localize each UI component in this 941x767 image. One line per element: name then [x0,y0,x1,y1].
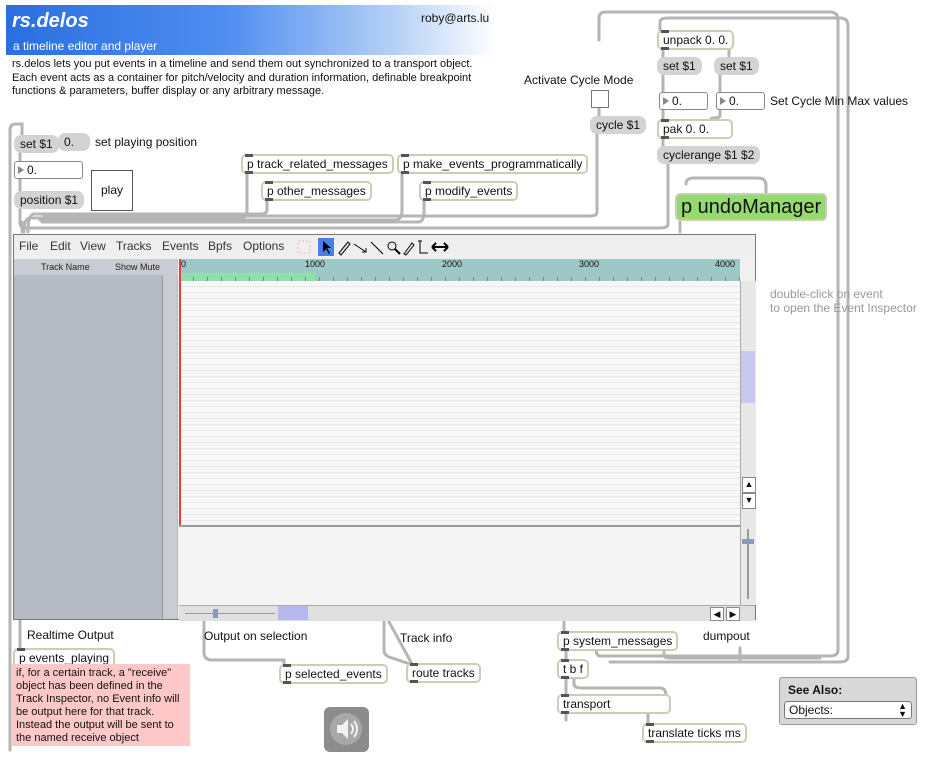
see-also-dropdown[interactable]: Objects: ▲ ▼ [784,701,912,719]
dropdown-arrows-icon: ▲ ▼ [898,701,907,719]
see-also-label: See Also: [788,683,843,697]
track-info-comment: Track info [400,631,453,645]
trigger-object[interactable]: t b f [557,659,590,679]
set-min-message[interactable]: set $1 [657,57,702,75]
playhead-line [179,259,181,525]
timeline-horizontal-scrollbar[interactable]: ◀ ▶ [179,605,755,621]
menu-file[interactable]: File [19,239,38,253]
cycle-max-value: 0. [729,94,740,108]
track-list-scrollbar[interactable] [162,275,177,619]
unpack-object[interactable]: unpack 0. 0. [657,30,735,50]
timeline-grid[interactable] [179,281,740,524]
frame-icon[interactable] [297,240,311,254]
set-max-message[interactable]: set $1 [714,57,759,75]
scroll-right-icon[interactable]: ▶ [726,607,740,621]
track-related-messages-object[interactable]: p track_related_messages [241,154,394,174]
selected-events-object[interactable]: p selected_events [279,664,388,684]
receive-note: if, for a certain track, a "receive" obj… [12,664,190,746]
editor-menubar: File Edit View Tracks Events Bpfs Option… [14,235,755,257]
system-messages-object[interactable]: p system_messages [557,631,679,651]
menu-tracks[interactable]: Tracks [116,239,152,253]
translate-ticks-object[interactable]: translate ticks ms [642,723,747,743]
timeline-vertical-scrollbar[interactable]: ▲ ▼ [740,281,756,525]
menu-events[interactable]: Events [162,239,199,253]
number-arrow-icon [720,97,726,105]
bpf-pane[interactable] [179,525,740,607]
pencil-icon[interactable] [338,241,351,256]
pak-object[interactable]: pak 0. 0. [657,119,733,139]
patch-title: rs.delos [12,10,89,32]
set-position-message[interactable]: set $1 [14,135,59,153]
realtime-output-comment: Realtime Output [27,628,114,642]
modify-events-object[interactable]: p modify_events [419,181,519,201]
ruler-tick-3000: 3000 [579,259,600,269]
double-click-hint: double-click on event to open the Event … [770,287,917,315]
timeline-editor[interactable]: File Edit View Tracks Events Bpfs Option… [13,234,756,621]
play-button[interactable]: play [91,170,133,211]
description-text: rs.delos lets you put events in a timeli… [12,58,473,97]
speaker-icon [330,713,362,745]
other-messages-object[interactable]: p other_messages [261,181,372,201]
cycle-min-value: 0. [672,94,683,108]
audio-on-off-button[interactable] [324,707,369,752]
undo-manager-object[interactable]: p undoManager [675,193,827,221]
time-ruler[interactable]: 0 1000 2000 3000 4000 [179,259,740,281]
position-number-box[interactable]: 0. [14,161,83,179]
track-name-header: Track Name [41,262,90,272]
line-icon[interactable] [370,241,384,255]
cycle-message[interactable]: cycle $1 [590,116,647,134]
scroll-left-icon[interactable]: ◀ [710,607,724,621]
toolbar-tools [297,238,449,256]
cyclerange-message[interactable]: cyclerange $1 $2 [657,146,761,164]
ruler-tick-2000: 2000 [442,259,463,269]
patch-subtitle: a timeline editor and player [13,39,158,53]
ruler-tick-1000: 1000 [305,259,326,269]
number-arrow-icon [663,97,669,105]
position-message[interactable]: position $1 [14,191,85,209]
position-value: 0. [27,163,38,177]
menu-options[interactable]: Options [243,239,284,253]
menu-view[interactable]: View [80,239,106,253]
author-email: roby@arts.lu [421,11,490,25]
number-arrow-icon [18,166,24,174]
see-also-selected: Objects: [789,703,834,717]
see-also-panel: See Also: Objects: ▲ ▼ [779,677,917,725]
move-icon[interactable] [353,243,367,253]
zoom-icon[interactable] [387,241,397,251]
route-tracks-object[interactable]: route tracks [406,663,481,683]
track-list-panel[interactable] [14,259,178,619]
show-mute-header: Show Mute [115,262,161,272]
scroll-up-icon[interactable]: ▲ [742,477,756,493]
output-on-selection-comment: Output on selection [204,629,308,643]
menu-bpfs[interactable]: Bpfs [208,239,232,253]
set-playing-position-comment: set playing position [95,135,198,149]
activate-cycle-mode-comment: Activate Cycle Mode [524,73,634,87]
menu-edit[interactable]: Edit [50,239,71,253]
time-cursor-icon[interactable] [418,240,428,254]
resize-icon[interactable] [431,242,449,252]
cycle-mode-toggle[interactable] [591,90,609,108]
horizontal-scroll-thumb[interactable] [278,606,308,620]
cycle-min-number-box[interactable]: 0. [659,92,708,110]
track-list-header: Track Name Show Mute [14,259,178,275]
zoom-vertical-slider[interactable] [740,525,756,605]
vertical-scroll-thumb[interactable] [741,351,755,403]
ruler-tick-4000: 4000 [715,259,736,269]
scroll-down-icon[interactable]: ▼ [742,493,756,509]
transport-object[interactable]: transport [557,694,671,714]
ruler-tick-0: 0 [181,259,187,269]
make-events-programmatically-object[interactable]: p make_events_programmatically [397,154,589,174]
zero-message[interactable]: 0. [58,133,90,151]
zoom-slider-thumb[interactable] [742,539,754,544]
patch-description: rs.delos lets you put events in a timeli… [12,58,482,99]
dumpout-comment: dumpout [703,629,750,643]
horizontal-zoom-thumb[interactable] [213,609,218,618]
brush-icon[interactable] [403,242,415,256]
set-cycle-min-max-comment: Set Cycle Min Max values [770,94,909,108]
cycle-max-number-box[interactable]: 0. [716,92,765,110]
